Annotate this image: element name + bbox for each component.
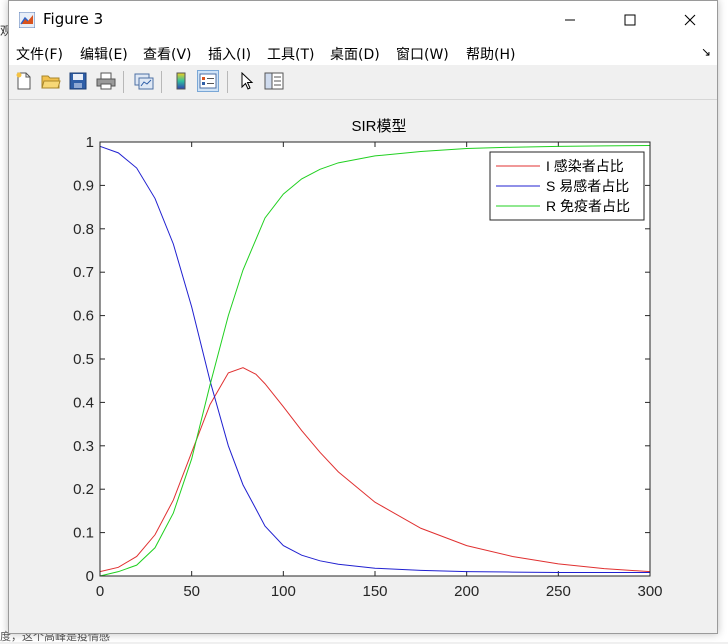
print-button[interactable] (95, 70, 117, 92)
property-editor-icon (264, 72, 284, 90)
x-tick-label: 200 (454, 583, 479, 600)
link-plot-icon (134, 73, 154, 90)
link-plot-button[interactable] (133, 70, 155, 92)
close-button[interactable] (667, 1, 713, 39)
legend-icon (199, 73, 217, 89)
legend[interactable]: I 感染者占比 S 易感者占比 R 免疫者占比 (489, 151, 645, 221)
dock-arrow-icon[interactable]: ↘ (701, 45, 711, 59)
y-tick-label: 0.1 (73, 525, 94, 542)
close-icon (684, 14, 696, 26)
menu-bar: 文件(F) 编辑(E) 查看(V) 插入(I) 工具(T) 桌面(D) 窗口(W… (9, 39, 717, 65)
pointer-icon (241, 72, 254, 90)
y-tick-label: 0 (86, 568, 94, 585)
menu-view[interactable]: 查看(V) (143, 44, 192, 64)
y-tick-label: 0.2 (73, 481, 94, 498)
new-figure-button[interactable] (13, 70, 35, 92)
toolbar-separator (161, 71, 162, 93)
y-tick-label: 0.4 (73, 394, 94, 411)
minimize-button[interactable] (547, 1, 593, 39)
x-tick-label: 0 (96, 583, 104, 600)
figure-window: Figure 3 文件(F) 编辑(E) 查看(V) 插入(I) 工具(T) 桌… (8, 0, 718, 634)
legend-label: I 感染者占比 (546, 158, 624, 174)
save-button[interactable] (67, 70, 89, 92)
toolbar-separator (227, 71, 228, 93)
open-file-icon (41, 75, 61, 89)
window-title: Figure 3 (43, 10, 104, 28)
sir-chart: SIR模型 0 50 100 150 200 250 300 0 0.1 0.2 0.3 0.4 0.5… (73, 118, 662, 600)
menu-help[interactable]: 帮助(H) (466, 44, 515, 64)
x-tick-label: 50 (183, 583, 200, 600)
x-tick-label: 100 (271, 583, 296, 600)
colorbar-icon (176, 72, 186, 90)
save-icon (69, 72, 87, 90)
print-icon (96, 72, 116, 90)
menu-edit[interactable]: 编辑(E) (80, 44, 128, 64)
minimize-icon (565, 19, 575, 21)
menu-desktop[interactable]: 桌面(D) (330, 44, 380, 64)
maximize-icon (624, 14, 636, 26)
colorbar-button[interactable] (170, 70, 192, 92)
menu-tools[interactable]: 工具(T) (267, 44, 314, 64)
figure-canvas: SIR模型 0 50 100 150 200 250 300 0 0.1 0.2 0.3 0.4 0.5… (9, 100, 717, 631)
toolbar-separator (123, 71, 124, 93)
y-tick-label: 0.8 (73, 221, 94, 238)
chart-title: SIR模型 (351, 118, 406, 135)
y-tick-label: 0.5 (73, 351, 94, 368)
menu-file[interactable]: 文件(F) (16, 44, 63, 64)
y-tick-label: 0.7 (73, 264, 94, 281)
property-editor-button[interactable] (263, 70, 285, 92)
legend-label: R 免疫者占比 (546, 198, 630, 214)
title-bar: Figure 3 (9, 1, 717, 39)
open-file-button[interactable] (40, 70, 62, 92)
legend-label: S 易感者占比 (546, 178, 629, 194)
y-tick-label: 0.6 (73, 308, 94, 325)
matlab-logo-icon (19, 12, 35, 28)
maximize-button[interactable] (607, 1, 653, 39)
new-figure-icon (16, 72, 31, 90)
y-tick-label: 0.9 (73, 177, 94, 194)
y-tick-label: 1 (86, 134, 94, 151)
pointer-button[interactable] (236, 70, 258, 92)
x-tick-label: 250 (546, 583, 571, 600)
figure-toolbar (9, 65, 717, 100)
x-tick-label: 150 (362, 583, 387, 600)
menu-insert[interactable]: 插入(I) (208, 44, 251, 64)
y-tick-label: 0.3 (73, 438, 94, 455)
legend-button[interactable] (197, 70, 219, 92)
menu-window[interactable]: 窗口(W) (396, 44, 449, 64)
x-tick-label: 300 (637, 583, 662, 600)
